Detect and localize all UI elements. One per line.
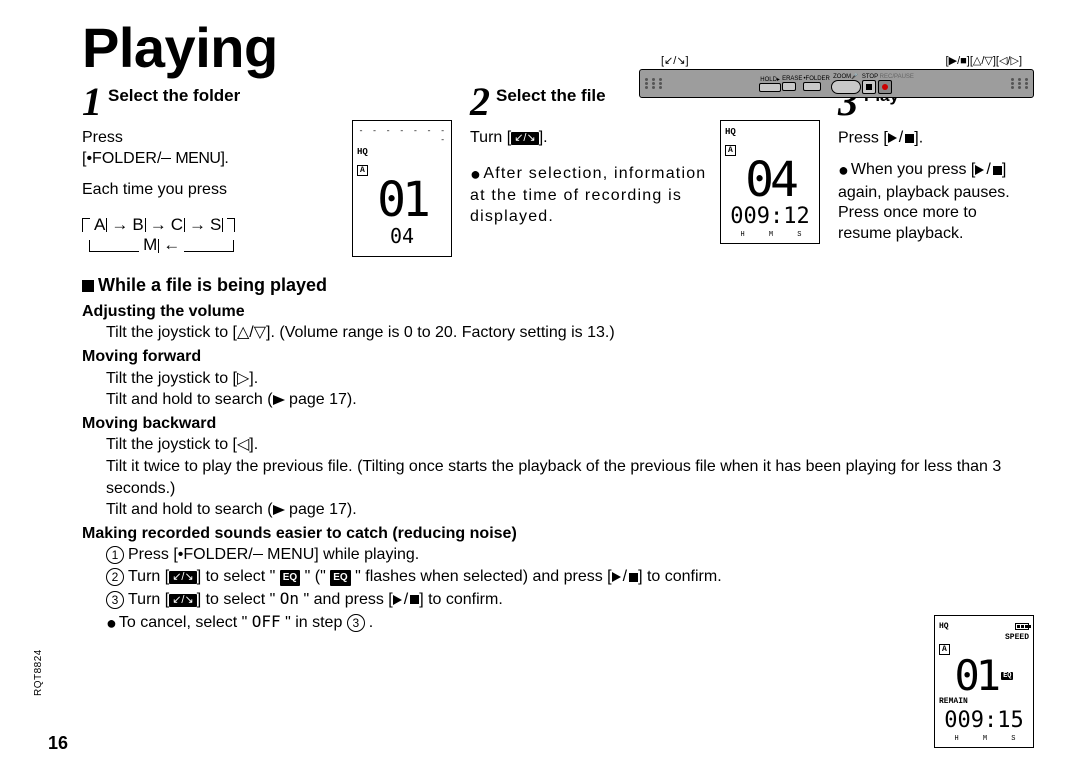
subheading: Making recorded sounds easier to catch (… [82, 523, 1034, 545]
device-label-right: [▶/■][△/▽][◁/▷] [946, 54, 1022, 67]
text: 2Turn [↙/↘] to select " EQ " (" EQ " fla… [82, 566, 1034, 588]
text: Tilt and hold to search ( page 17). [82, 389, 1034, 411]
eq-icon: EQ [1001, 672, 1013, 680]
step-1: 1 Select the folder Press [•FOLDER/ MENU… [82, 84, 452, 257]
folder-cycle-diagram: A → B → C → S [82, 214, 342, 256]
jog-dial-icon: ↙/↘ [511, 132, 539, 145]
lcd-screen-step1: - - - - - - - - HQ A 01 04 [352, 120, 452, 257]
text: Tilt the joystick to [△/▽]. (Volume rang… [82, 322, 1034, 344]
jog-dial-icon: ↙/↘ [169, 594, 197, 607]
text: ●To cancel, select " OFF " in step 3. [82, 611, 1034, 635]
text: [•FOLDER/ MENU]. [82, 149, 342, 170]
step-title: Select the file [496, 86, 606, 106]
text: ●After selection, information at the tim… [470, 163, 710, 228]
eq-icon: EQ [330, 570, 350, 586]
play-stop-icon: / [888, 128, 914, 149]
section-heading: While a file is being played [82, 273, 1034, 297]
play-stop-icon: / [975, 160, 1001, 181]
jog-dial-icon: ↙/↘ [169, 571, 197, 584]
text: Press [/]. [838, 128, 1028, 149]
text: 1Press [•FOLDER/ MENU] while playing. [82, 544, 1034, 566]
text: 3Turn [↙/↘] to select " On " and press [… [82, 588, 1034, 611]
page-number: 16 [48, 733, 68, 754]
device-illustration: [↙/↘] [▶/■][△/▽][◁/▷] HOLD▸ ERASE •FOLD [639, 54, 1034, 98]
speaker-holes-right [1011, 78, 1028, 89]
document-id: RQT8824 [33, 649, 44, 696]
step-number: 2 [470, 84, 490, 120]
text: Press [82, 128, 342, 149]
lcd-screen-bottom: HQ SPEED A 01 EQ REMAIN 009:15 H M S [934, 615, 1034, 748]
circled-3-icon: 3 [106, 591, 124, 609]
step-number: 1 [82, 84, 102, 120]
subheading: Moving backward [82, 413, 1034, 435]
lcd-screen-step2: HQ A 04 009:12 H M S [720, 120, 820, 244]
device-buttons: HOLD▸ ERASE •FOLDER ZOOM🎤 STOP REC/PAUSE [759, 73, 914, 94]
page-title: Playing [82, 20, 278, 76]
text: Each time you press [82, 180, 342, 201]
text: Turn [↙/↘]. [470, 128, 710, 149]
text: Tilt the joystick to [◁]. [82, 434, 1034, 456]
text: Tilt the joystick to [▷]. [82, 368, 1034, 390]
speaker-holes [645, 78, 662, 89]
device-label-left: [↙/↘] [661, 54, 689, 67]
battery-icon [1015, 623, 1029, 630]
subheading: Adjusting the volume [82, 301, 1034, 323]
square-bullet-icon [82, 280, 94, 292]
circled-3-icon: 3 [347, 614, 365, 632]
arrow-right-icon [273, 505, 285, 515]
play-stop-icon: / [393, 589, 419, 611]
step-2: 2 Select the file Turn [↙/↘]. ●After sel… [470, 84, 820, 257]
while-playing-section: While a file is being played Adjusting t… [82, 273, 1034, 635]
step-title: Select the folder [108, 86, 240, 106]
play-stop-icon: / [612, 566, 638, 588]
circled-2-icon: 2 [106, 568, 124, 586]
subheading: Moving forward [82, 346, 1034, 368]
text: ●When you press [/] again, playback paus… [838, 159, 1028, 245]
circled-1-icon: 1 [106, 546, 124, 564]
text: Tilt and hold to search ( page 17). [82, 499, 1034, 521]
arrow-right-icon [273, 395, 285, 405]
step-3: 3 Play Press [/]. ●When you press [/] ag… [838, 84, 1028, 257]
text: Tilt it twice to play the previous file.… [82, 456, 1034, 499]
eq-icon: EQ [280, 570, 300, 586]
